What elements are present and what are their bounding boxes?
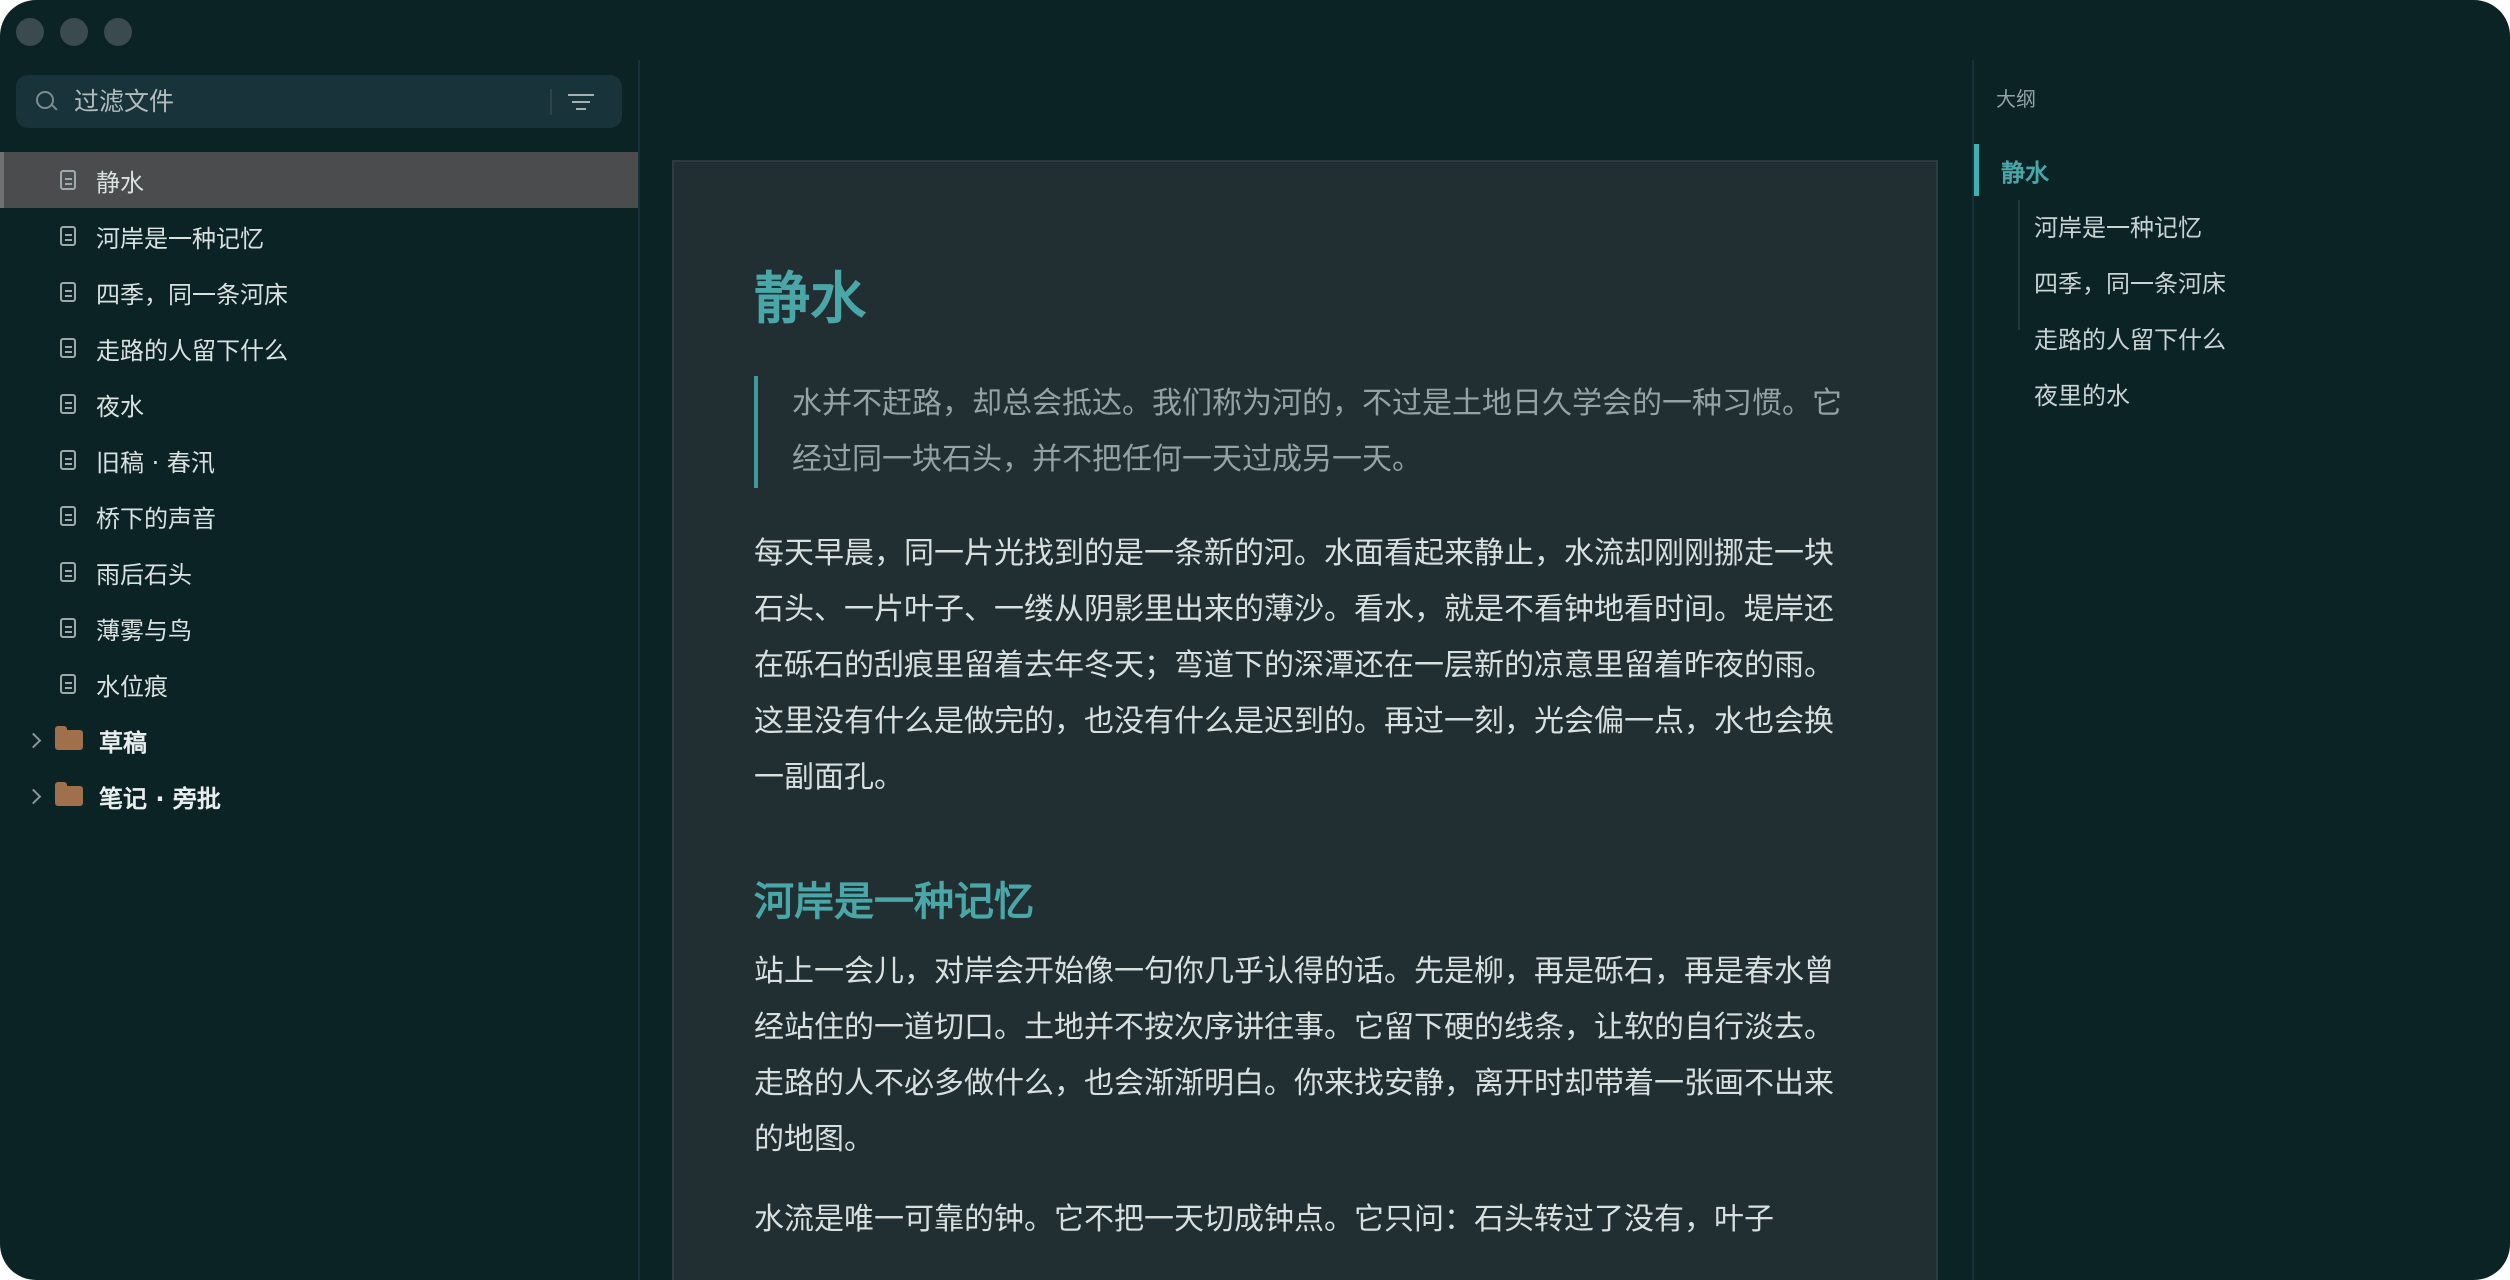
outline-item[interactable]: 河岸是一种记忆 <box>2020 200 2226 256</box>
document-icon <box>60 618 76 638</box>
file-item[interactable]: 旧稿 · 春汛 <box>0 432 638 488</box>
file-label: 薄雾与鸟 <box>96 616 192 645</box>
outline-item[interactable]: 四季，同一条河床 <box>2020 256 2226 312</box>
file-label: 桥下的声音 <box>96 504 216 533</box>
minimize-window-button[interactable] <box>60 18 88 46</box>
file-label: 走路的人留下什么 <box>96 336 288 365</box>
chevron-right-icon[interactable] <box>25 788 42 804</box>
close-window-button[interactable] <box>16 18 44 46</box>
outline-item[interactable]: 夜里的水 <box>2020 368 2226 424</box>
search-divider <box>550 88 552 115</box>
outline-item-active[interactable]: 静水 <box>1974 144 2279 196</box>
outline-item[interactable]: 走路的人留下什么 <box>2020 312 2226 368</box>
folder-icon <box>55 782 83 806</box>
paragraph: 水流是唯一可靠的钟。它不把一天切成钟点。它只问：石头转过了没有，叶子 <box>754 1202 1774 1237</box>
file-list: 静水 河岸是一种记忆 四季，同一条河床 走路的人留下什么 夜水 旧稿 · 春汛 <box>0 152 638 824</box>
file-label: 四季，同一条河床 <box>96 280 288 309</box>
document-icon <box>60 394 76 414</box>
file-label: 旧稿 · 春汛 <box>96 448 215 477</box>
file-item[interactable]: 雨后石头 <box>0 544 638 600</box>
file-label: 静水 <box>96 168 144 197</box>
search-icon <box>36 90 58 113</box>
file-sidebar: 静水 河岸是一种记忆 四季，同一条河床 走路的人留下什么 夜水 旧稿 · 春汛 <box>0 60 640 1280</box>
chevron-right-icon[interactable] <box>25 732 42 748</box>
document-icon <box>60 282 76 302</box>
window-controls <box>16 18 132 46</box>
folder-item-notes[interactable]: 笔记 · 旁批 <box>0 768 638 824</box>
file-item[interactable]: 夜水 <box>0 376 638 432</box>
paragraph: 每天早晨，同一片光找到的是一条新的河。水面看起来静止，水流却刚刚挪走一块石头、一… <box>754 536 1834 795</box>
filter-icon[interactable] <box>568 92 594 112</box>
folder-item-drafts[interactable]: 草稿 <box>0 712 638 768</box>
section-heading: 河岸是一种记忆 <box>754 879 1034 925</box>
file-label: 水位痕 <box>96 672 168 701</box>
folder-label: 草稿 <box>99 728 147 757</box>
document-icon <box>60 170 76 190</box>
folder-icon <box>55 726 83 750</box>
document-icon <box>60 506 76 526</box>
file-label: 雨后石头 <box>96 560 192 589</box>
document-page[interactable]: 静水 水并不赶路，却总会抵达。我们称为河的，不过是土地日久学会的一种习惯。它经过… <box>672 160 1938 1280</box>
outline-children: 河岸是一种记忆 四季，同一条河床 走路的人留下什么 夜里的水 <box>2018 200 2226 410</box>
document-icon <box>60 562 76 582</box>
paragraph: 站上一会儿，对岸会开始像一句你几乎认得的话。先是柳，再是砾石，再是春水曾经站住的… <box>754 954 1834 1157</box>
outline-item-label: 静水 <box>2001 158 2049 187</box>
document-icon <box>60 450 76 470</box>
file-item[interactable]: 走路的人留下什么 <box>0 320 638 376</box>
file-label: 河岸是一种记忆 <box>96 224 264 253</box>
zoom-window-button[interactable] <box>104 18 132 46</box>
file-item[interactable]: 桥下的声音 <box>0 488 638 544</box>
file-item[interactable]: 薄雾与鸟 <box>0 600 638 656</box>
document-icon <box>60 674 76 694</box>
document-icon <box>60 226 76 246</box>
file-filter-bar <box>16 75 622 128</box>
file-item[interactable]: 静水 <box>0 152 638 208</box>
document-title: 静水 <box>754 267 866 332</box>
outline-label: 大纲 <box>1996 87 2036 111</box>
document-icon <box>60 338 76 358</box>
editor-pane: 静水 水并不赶路，却总会抵达。我们称为河的，不过是土地日久学会的一种习惯。它经过… <box>640 0 1972 1280</box>
file-item[interactable]: 水位痕 <box>0 656 638 712</box>
file-item[interactable]: 河岸是一种记忆 <box>0 208 638 264</box>
blockquote: 水并不赶路，却总会抵达。我们称为河的，不过是土地日久学会的一种习惯。它经过同一块… <box>754 376 1854 488</box>
outline-panel: 大纲 静水 河岸是一种记忆 四季，同一条河床 走路的人留下什么 夜里的水 <box>1972 60 2510 1280</box>
folder-label: 笔记 · 旁批 <box>99 784 221 813</box>
app-window: 静水 河岸是一种记忆 四季，同一条河床 走路的人留下什么 夜水 旧稿 · 春汛 <box>0 0 2510 1280</box>
file-label: 夜水 <box>96 392 144 421</box>
file-filter-input[interactable] <box>72 86 536 117</box>
file-item[interactable]: 四季，同一条河床 <box>0 264 638 320</box>
